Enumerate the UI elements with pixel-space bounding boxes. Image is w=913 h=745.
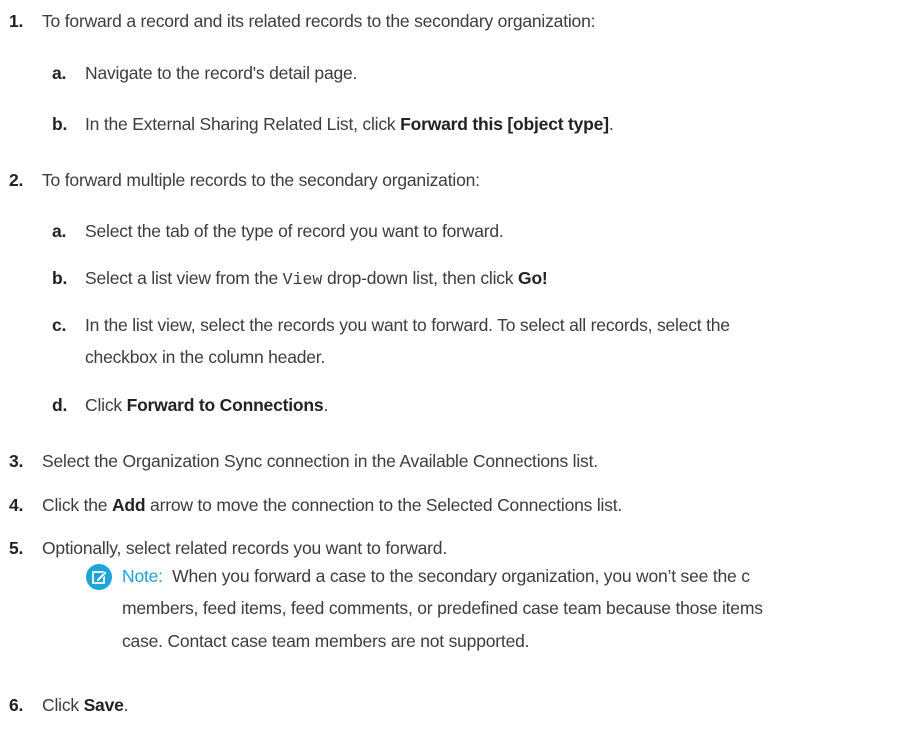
ui-term: Save <box>83 695 124 715</box>
text-segment: arrow to move the connection to the Sele… <box>145 495 623 515</box>
substep-text: Navigate to the record's detail page. <box>85 63 358 83</box>
substep-letter: c. <box>52 315 67 335</box>
text-segment: drop-down list, then click <box>322 268 519 288</box>
ui-term: Go! <box>518 268 548 288</box>
text-segment: Click <box>42 695 84 715</box>
note-text-line-2: members, feed items, feed comments, or p… <box>122 598 763 618</box>
note-text-line-3: case. Contact case team members are not … <box>122 631 530 651</box>
substep-text: Select the tab of the type of record you… <box>85 221 504 241</box>
note-text-line-1: When you forward a case to the secondary… <box>172 566 750 586</box>
step-text: Click Save. <box>42 695 129 716</box>
step-text: Select the Organization Sync connection … <box>42 451 598 471</box>
text-segment: Click <box>85 395 127 415</box>
substep-letter: a. <box>52 63 67 83</box>
substep-letter: d. <box>52 395 68 415</box>
text-segment: In the External Sharing Related List, cl… <box>85 114 401 134</box>
note-text: Note: When you forward a case to the sec… <box>122 566 750 587</box>
step-text: Optionally, select related records you w… <box>42 538 447 558</box>
substep-text-line-2: checkbox in the column header. <box>85 347 326 367</box>
step-number: 3. <box>9 451 24 471</box>
note-label: Note: <box>122 566 163 586</box>
step-text: To forward a record and its related reco… <box>42 11 596 31</box>
text-segment: . <box>608 114 614 134</box>
step-number: 4. <box>9 495 24 515</box>
text-segment: . <box>123 695 129 715</box>
substep-letter: b. <box>52 268 68 288</box>
step-number: 2. <box>9 170 24 190</box>
ui-term: Forward this [object type] <box>400 114 609 134</box>
code-term: View <box>282 270 323 289</box>
text-segment: Click the <box>42 495 112 515</box>
step-number: 6. <box>9 695 24 715</box>
substep-text: In the External Sharing Related List, cl… <box>85 114 614 135</box>
text-segment: Select a list view from the <box>85 268 283 288</box>
substep-text-line-1: In the list view, select the records you… <box>85 315 730 335</box>
ui-term: Forward to Connections <box>126 395 324 415</box>
text-segment: . <box>323 395 329 415</box>
step-text: Click the Add arrow to move the connecti… <box>42 495 622 516</box>
substep-text: Select a list view from the View drop-do… <box>85 268 548 289</box>
substep-letter: b. <box>52 114 68 134</box>
edit-note-icon <box>86 564 112 590</box>
substep-letter: a. <box>52 221 67 241</box>
step-number: 5. <box>9 538 24 558</box>
edit-note-icon-glyph <box>92 570 108 584</box>
substep-text: Click Forward to Connections. <box>85 395 328 416</box>
ui-term: Add <box>111 495 146 515</box>
step-number: 1. <box>9 11 24 31</box>
step-text: To forward multiple records to the secon… <box>42 170 480 190</box>
